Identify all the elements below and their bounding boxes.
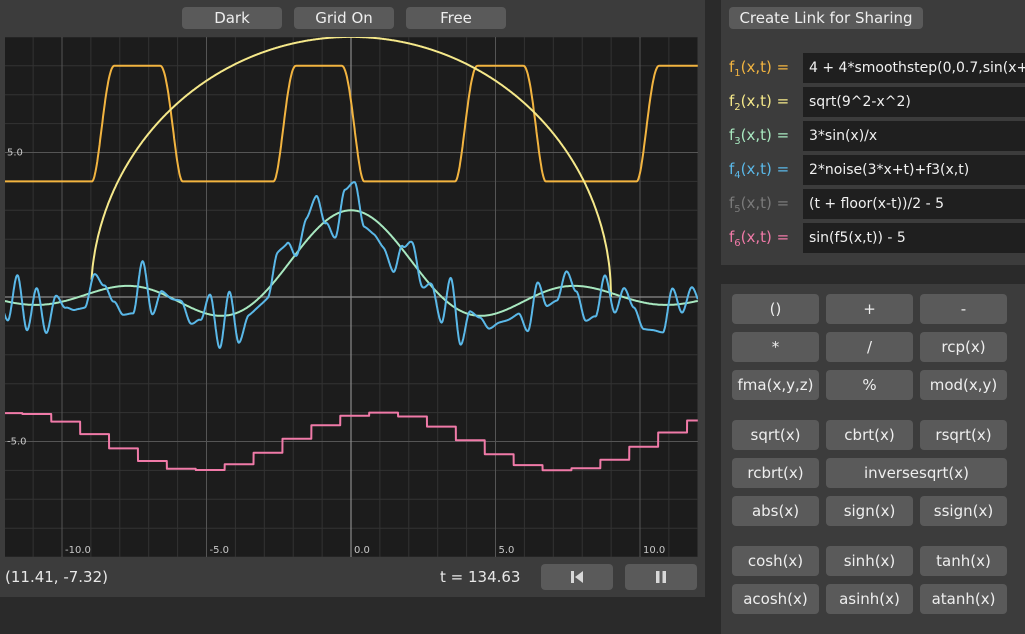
x-tick-label: 5.0 xyxy=(499,545,515,556)
keypad-button[interactable]: + xyxy=(826,294,913,324)
function-expression-input[interactable]: 4 + 4*smoothstep(0,0.7,sin(x+t)) xyxy=(803,53,1025,83)
function-row-2: f2(x,t) = sqrt(9^2-x^2) xyxy=(721,87,1025,117)
keypad-button[interactable]: rcbrt(x) xyxy=(732,458,819,488)
create-share-link-button[interactable]: Create Link for Sharing xyxy=(729,7,923,29)
x-tick-label: -10.0 xyxy=(65,545,91,556)
skip-back-icon xyxy=(571,571,583,583)
plot-area[interactable]: -10.0 -5.0 0.0 5.0 10.0 5.0 -5.0 xyxy=(5,37,698,557)
y-tick-label: -5.0 xyxy=(7,437,27,448)
keypad-button[interactable]: atanh(x) xyxy=(920,584,1007,614)
graph-panel: Dark Grid On Free -10.0 -5.0 0.0 5.0 10.0 5.0… xyxy=(0,0,705,597)
pause-button[interactable] xyxy=(625,564,697,590)
rewind-button[interactable] xyxy=(541,564,613,590)
function-label: f2(x,t) = xyxy=(729,92,790,113)
function-label: f1(x,t) = xyxy=(729,58,790,79)
keypad-button[interactable]: ssign(x) xyxy=(920,496,1007,526)
keypad-button[interactable]: mod(x,y) xyxy=(920,370,1007,400)
keypad-panel: () + - * / rcp(x) fma(x,y,z)% mod(x,y) sqrt(x) cb… xyxy=(721,284,1025,634)
axes xyxy=(5,37,698,557)
keypad-button[interactable]: () xyxy=(732,294,819,324)
plot-canvas[interactable]: -10.0 -5.0 0.0 5.0 10.0 5.0 -5.0 xyxy=(5,37,698,557)
keypad-button[interactable]: rcp(x) xyxy=(920,332,1007,362)
y-tick-label: 5.0 xyxy=(7,148,23,159)
keypad-button[interactable]: inversesqrt(x) xyxy=(826,458,1007,488)
function-expression-input[interactable]: (t + floor(x-t))/2 - 5 xyxy=(803,189,1025,219)
function-label: f6(x,t) = xyxy=(729,228,790,249)
keypad-button[interactable]: * xyxy=(732,332,819,362)
theme-toggle-button[interactable]: Dark xyxy=(182,7,282,29)
keypad-button[interactable]: cbrt(x) xyxy=(826,420,913,450)
keypad-button[interactable]: sign(x) xyxy=(826,496,913,526)
keypad-button[interactable]: rsqrt(x) xyxy=(920,420,1007,450)
function-expression-input[interactable]: sin(f5(x,t)) - 5 xyxy=(803,223,1025,253)
formula-panel: Create Link for Sharing f1(x,t) = 4 + 4*s… xyxy=(721,0,1025,265)
function-row-5: f5(x,t) = (t + floor(x-t))/2 - 5 xyxy=(721,189,1025,219)
keypad-button[interactable]: asinh(x) xyxy=(826,584,913,614)
function-label: f4(x,t) = xyxy=(729,160,790,181)
cursor-coordinates: (11.41, -7.32) xyxy=(5,568,108,586)
time-readout: t = 134.63 xyxy=(440,568,521,586)
function-expression-input[interactable]: 3*sin(x)/x xyxy=(803,121,1025,151)
function-row-4: f4(x,t) = 2*noise(3*x+t)+f3(x,t) xyxy=(721,155,1025,185)
keypad-button[interactable]: - xyxy=(920,294,1007,324)
function-row-6: f6(x,t) = sin(f5(x,t)) - 5 xyxy=(721,223,1025,253)
x-tick-label: 0.0 xyxy=(354,545,370,556)
keypad-button[interactable]: acosh(x) xyxy=(732,584,819,614)
function-label: f5(x,t) = xyxy=(729,194,790,215)
keypad-button[interactable]: / xyxy=(826,332,913,362)
keypad-button[interactable]: sinh(x) xyxy=(826,546,913,576)
function-label: f3(x,t) = xyxy=(729,126,790,147)
x-tick-label: 10.0 xyxy=(643,545,665,556)
function-row-1: f1(x,t) = 4 + 4*smoothstep(0,0.7,sin(x+t)… xyxy=(721,53,1025,83)
keypad-button[interactable]: % xyxy=(826,370,913,400)
function-expression-input[interactable]: 2*noise(3*x+t)+f3(x,t) xyxy=(803,155,1025,185)
keypad-button[interactable]: sqrt(x) xyxy=(732,420,819,450)
keypad-button[interactable]: cosh(x) xyxy=(732,546,819,576)
keypad-button[interactable]: abs(x) xyxy=(732,496,819,526)
pause-icon xyxy=(656,571,666,583)
keypad-button[interactable]: tanh(x) xyxy=(920,546,1007,576)
grid-toggle-button[interactable]: Grid On xyxy=(294,7,394,29)
function-expression-input[interactable]: sqrt(9^2-x^2) xyxy=(803,87,1025,117)
function-row-3: f3(x,t) = 3*sin(x)/x xyxy=(721,121,1025,151)
x-tick-label: -5.0 xyxy=(210,545,230,556)
keypad-button[interactable]: fma(x,y,z) xyxy=(732,370,819,400)
view-mode-button[interactable]: Free xyxy=(406,7,506,29)
